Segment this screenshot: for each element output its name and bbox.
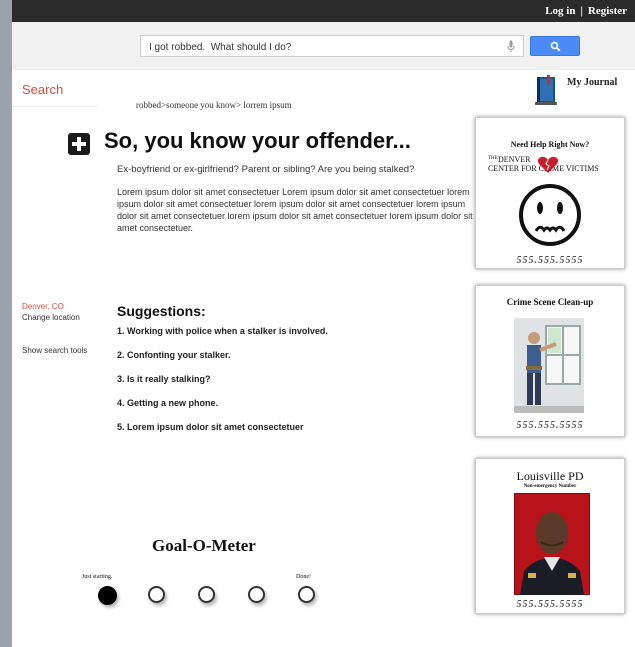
cleanup-ad-phone: 555.555.5555 bbox=[516, 420, 584, 431]
sad-face-icon bbox=[519, 184, 581, 246]
goal-start-label: Just starting. bbox=[82, 574, 113, 580]
plus-icon[interactable] bbox=[68, 133, 90, 155]
goal-step-dot[interactable] bbox=[148, 586, 165, 603]
logo-the: THE bbox=[488, 156, 498, 161]
search-icon bbox=[550, 41, 561, 52]
police-ad-subheading: Non-emergency Number bbox=[523, 484, 577, 489]
search-button[interactable] bbox=[530, 36, 580, 56]
broken-heart-icon bbox=[537, 156, 559, 173]
police-ad-phone: 555.555.5555 bbox=[516, 599, 584, 610]
goal-step-dot[interactable] bbox=[298, 586, 315, 603]
help-ad[interactable]: Need Help Right Now? THE DENVER CENTER F… bbox=[475, 117, 625, 269]
breadcrumb[interactable]: robbed>someone you know> lorrem ipsum bbox=[136, 100, 292, 110]
location-city: Denver, CO bbox=[22, 302, 64, 311]
suggestion-item[interactable]: 1. Working with police when a stalker is… bbox=[117, 326, 457, 336]
suggestions-heading: Suggestions: bbox=[117, 303, 206, 319]
location-panel: Denver, CO Change location bbox=[22, 302, 80, 322]
cleanup-ad-heading: Crime Scene Clean-up bbox=[506, 297, 594, 307]
page-title: So, you know your offender... bbox=[104, 128, 411, 153]
police-ad-heading: Louisville PD bbox=[516, 469, 584, 483]
suggestion-item[interactable]: 5. Lorem ipsum dolor sit amet consectetu… bbox=[117, 422, 457, 432]
page: Log in | Register Search robbed>someone yo… bbox=[12, 0, 635, 647]
police-ad[interactable]: Louisville PD Non-emergency Number 555.5… bbox=[475, 458, 625, 614]
search-box bbox=[140, 35, 524, 57]
show-search-tools-link[interactable]: Show search tools bbox=[22, 346, 87, 355]
register-link[interactable]: Register bbox=[588, 5, 627, 17]
divider bbox=[12, 106, 98, 107]
link-separator: | bbox=[580, 5, 583, 17]
denver-center-logo: THE DENVER CENTER FOR CRIME VICTIMS bbox=[488, 155, 614, 176]
change-location-link[interactable]: Change location bbox=[22, 313, 80, 322]
top-bar: Log in | Register bbox=[12, 0, 635, 22]
article-subtitle: Ex-boyfriend or ex-girlfriend? Parent or… bbox=[117, 164, 415, 175]
microphone-icon[interactable] bbox=[507, 40, 515, 53]
goal-meter-title: Goal-O-Meter bbox=[152, 536, 256, 555]
goal-step-dot[interactable] bbox=[248, 586, 265, 603]
help-ad-phone: 555.555.5555 bbox=[516, 255, 584, 266]
search-tab[interactable]: Search bbox=[22, 82, 63, 97]
suggestion-item[interactable]: 4. Getting a new phone. bbox=[117, 398, 457, 408]
suggestion-item[interactable]: 2. Confonting your stalker. bbox=[117, 350, 457, 360]
suggestion-item[interactable]: 3. Is it really stalking? bbox=[117, 374, 457, 384]
cleaner-image bbox=[514, 318, 584, 413]
goal-step-dot[interactable] bbox=[198, 586, 215, 603]
suggestions-list: 1. Working with police when a stalker is… bbox=[117, 326, 457, 446]
help-ad-heading: Need Help Right Now? bbox=[510, 140, 590, 149]
search-strip bbox=[12, 22, 635, 70]
goal-end-label: Done! bbox=[296, 574, 311, 580]
my-journal-label: My Journal bbox=[567, 77, 618, 88]
account-links: Log in | Register bbox=[545, 5, 627, 17]
my-journal-link[interactable]: My Journal bbox=[535, 73, 635, 107]
journal-book-icon bbox=[535, 75, 557, 105]
article-body: Lorem ipsum dolor sit amet consectetuer … bbox=[117, 187, 473, 233]
goal-step-dot[interactable] bbox=[98, 586, 117, 605]
logo-line-1: DENVER bbox=[498, 155, 531, 164]
cleanup-ad[interactable]: Crime Scene Clean-up 555.555.5555 bbox=[475, 285, 625, 437]
officer-photo bbox=[514, 493, 590, 595]
login-link[interactable]: Log in bbox=[545, 5, 575, 17]
search-input[interactable] bbox=[147, 39, 491, 55]
